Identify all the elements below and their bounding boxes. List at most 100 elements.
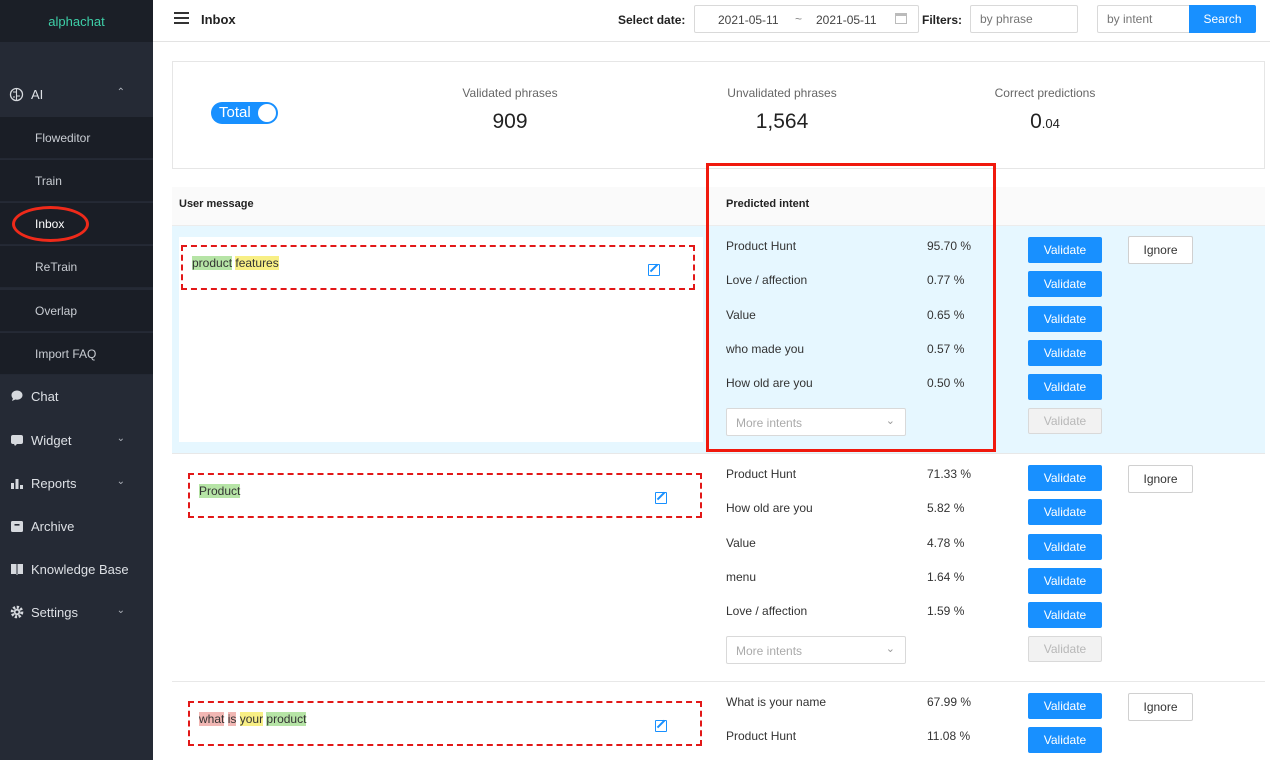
date-separator: ~ [795, 12, 803, 26]
intent-name: How old are you [726, 501, 813, 515]
chevron-down-icon: ⌄ [116, 605, 125, 616]
sidebar-item-label: ReTrain [35, 259, 78, 274]
total-toggle[interactable]: Total [211, 102, 278, 124]
correct-predictions-int: 0 [1030, 110, 1042, 133]
intent-score: 5.82 % [927, 501, 965, 515]
validate-button[interactable]: Validate [1028, 237, 1102, 263]
validate-button[interactable]: Validate [1028, 534, 1102, 560]
sidebar-item-import-faq[interactable]: Import FAQ [0, 333, 153, 375]
widget-icon [9, 433, 24, 448]
token: your [239, 712, 264, 726]
message-cell: product features [179, 237, 703, 442]
chevron-down-icon: ⌄ [885, 643, 895, 655]
intent-score: 1.59 % [927, 604, 965, 618]
validate-button[interactable]: Validate [1028, 499, 1102, 525]
sidebar-item-label: Import FAQ [35, 346, 97, 361]
ignore-button[interactable]: Ignore [1128, 465, 1193, 493]
intent-filter-input[interactable] [1097, 5, 1190, 33]
date-from[interactable]: 2021-05-11 [718, 13, 779, 27]
sidebar-group-archive[interactable]: Archive [0, 505, 153, 547]
annotation-circle [12, 206, 89, 242]
validate-button[interactable]: Validate [1028, 693, 1102, 719]
chevron-up-icon: ⌃ [116, 87, 125, 98]
correct-predictions-value: 0.04 [945, 110, 1145, 134]
table-row: Product Product Hunt 71.33 % Validate Ig… [172, 454, 1265, 682]
date-to[interactable]: 2021-05-11 [816, 13, 877, 27]
token: product [266, 712, 307, 726]
more-intents-select[interactable]: More intents ⌄ [726, 636, 906, 664]
app-logo[interactable]: alphachat [0, 0, 153, 42]
date-range-picker[interactable]: 2021-05-11 ~ 2021-05-11 [694, 5, 919, 33]
stats-card: Total Validated phrases 909 Unvalidated … [172, 61, 1265, 169]
message-box[interactable]: Product [188, 473, 702, 518]
message-text: product features [192, 256, 279, 270]
validate-button-disabled[interactable]: Validate [1028, 636, 1102, 662]
sidebar-item-overlap[interactable]: Overlap [0, 290, 153, 332]
validate-button[interactable]: Validate [1028, 727, 1102, 753]
sidebar-item-floweditor[interactable]: Floweditor [0, 117, 153, 159]
column-user-message: User message [179, 198, 254, 210]
edit-icon[interactable] [655, 720, 667, 732]
ignore-button[interactable]: Ignore [1128, 236, 1193, 264]
validate-button-disabled[interactable]: Validate [1028, 408, 1102, 434]
correct-predictions-label: Correct predictions [994, 86, 1096, 100]
sidebar-group-knowledge-base[interactable]: Knowledge Base [0, 548, 153, 590]
sidebar-group-settings[interactable]: Settings ⌄ [0, 591, 153, 633]
sidebar-group-label: Reports [31, 475, 77, 491]
edit-icon[interactable] [655, 492, 667, 504]
sidebar-group-label: Chat [31, 388, 59, 404]
page-title: Inbox [201, 12, 236, 27]
more-intents-placeholder: More intents [736, 644, 803, 658]
calendar-icon[interactable] [895, 13, 907, 24]
select-date-label: Select date: [618, 13, 686, 27]
unvalidated-phrases-label: Unvalidated phrases [727, 86, 837, 100]
token: Product [199, 484, 241, 498]
sidebar-group-widget[interactable]: Widget ⌄ [0, 419, 153, 461]
sidebar-group-chat[interactable]: Chat [0, 375, 153, 417]
search-button[interactable]: Search [1189, 5, 1256, 33]
ignore-button[interactable]: Ignore [1128, 693, 1193, 721]
validate-button[interactable]: Validate [1028, 340, 1102, 366]
validate-button[interactable]: Validate [1028, 374, 1102, 400]
filters-label: Filters: [922, 13, 963, 27]
validate-button[interactable]: Validate [1028, 271, 1102, 297]
sidebar-item-retrain[interactable]: ReTrain [0, 246, 153, 288]
intent-name: menu [726, 570, 757, 584]
token: what [199, 712, 225, 726]
message-box[interactable]: product features [181, 245, 695, 290]
intent-score: 1.64 % [927, 570, 965, 584]
archive-icon [9, 519, 24, 534]
validate-button[interactable]: Validate [1028, 568, 1102, 594]
intent-name: Value [726, 536, 756, 550]
edit-icon[interactable] [648, 264, 660, 276]
chat-icon [9, 389, 24, 404]
validate-button[interactable]: Validate [1028, 602, 1102, 628]
sidebar-group-ai[interactable]: AI ⌃ [0, 73, 153, 115]
annotation-highlight-box [706, 163, 996, 452]
sidebar-group-label: Settings [31, 604, 78, 620]
hamburger-menu-icon[interactable] [174, 12, 189, 24]
sidebar-item-train[interactable]: Train [0, 160, 153, 202]
intent-name: Product Hunt [726, 467, 797, 481]
sidebar-group-reports[interactable]: Reports ⌄ [0, 462, 153, 504]
message-text: what is your product [199, 712, 307, 726]
validate-button[interactable]: Validate [1028, 306, 1102, 332]
intent-score: 11.08 % [927, 729, 971, 743]
phrase-filter-input[interactable] [970, 5, 1078, 33]
unvalidated-phrases-value: 1,564 [755, 110, 809, 133]
sidebar-group-label: Widget [31, 432, 72, 448]
toggle-label: Total [219, 104, 251, 121]
correct-predictions-dec: .04 [1041, 116, 1060, 131]
top-header: Inbox Select date: 2021-05-11 ~ 2021-05-… [153, 0, 1270, 42]
sidebar-item-label: Train [35, 173, 62, 188]
sidebar-item-label: Overlap [35, 303, 78, 318]
book-icon [9, 562, 24, 577]
table-row: what is your product What is your name 6… [172, 682, 1265, 760]
toggle-knob [258, 104, 276, 122]
chevron-down-icon: ⌄ [116, 433, 125, 444]
validate-button[interactable]: Validate [1028, 465, 1102, 491]
sidebar: alphachat AI ⌃ Floweditor Train Inbox Re… [0, 0, 153, 760]
message-box[interactable]: what is your product [188, 701, 702, 746]
intent-score: 4.78 % [927, 536, 965, 550]
gear-icon [9, 605, 24, 620]
